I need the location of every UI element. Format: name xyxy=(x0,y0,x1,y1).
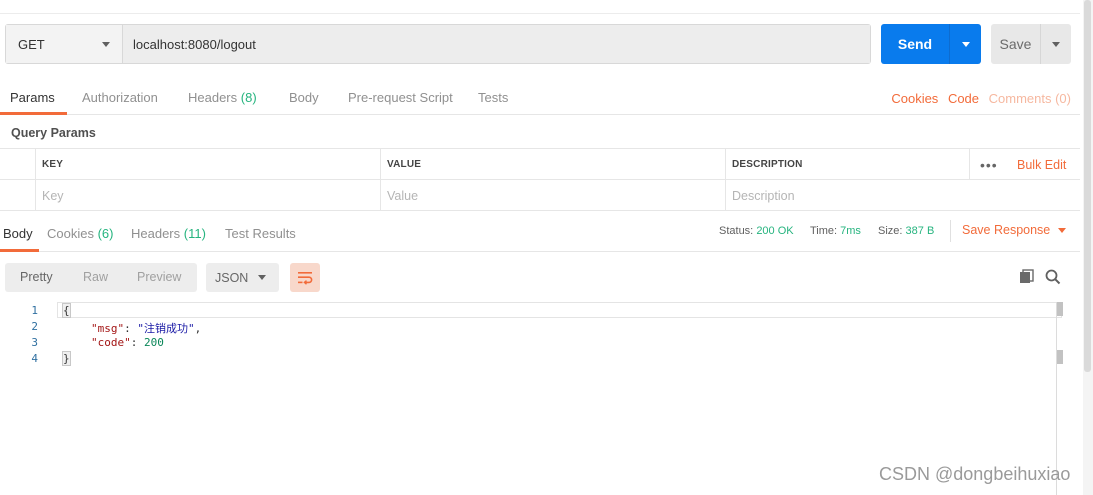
description-input[interactable]: Description xyxy=(725,180,1080,211)
params-header-row: KEY VALUE DESCRIPTION ••• Bulk Edit xyxy=(0,149,1080,180)
line-number: 2 xyxy=(31,320,38,333)
method-label: GET xyxy=(18,36,45,52)
chevron-down-icon xyxy=(258,275,266,280)
bulk-edit-link[interactable]: Bulk Edit xyxy=(1017,158,1066,172)
tab-authorization[interactable]: Authorization xyxy=(82,90,158,105)
tab-headers[interactable]: Headers (8) xyxy=(188,90,257,105)
send-button-group: Send xyxy=(881,24,981,64)
chevron-down-icon xyxy=(961,41,970,47)
wrap-lines-button[interactable] xyxy=(290,263,320,292)
key-input[interactable]: Key xyxy=(35,180,382,211)
json-key-code: "code" xyxy=(91,336,131,349)
window-scrollbar-thumb[interactable] xyxy=(1084,0,1091,372)
view-mode-group: Pretty Raw Preview xyxy=(5,263,197,292)
save-response-label: Save Response xyxy=(962,223,1051,237)
response-tab-cookies-count: (6) xyxy=(97,226,114,241)
save-button[interactable]: Save xyxy=(991,24,1040,64)
size-indicator: Size: 387 B xyxy=(878,225,934,237)
column-header-key: KEY xyxy=(35,149,382,179)
response-tab-headers-label: Headers xyxy=(131,226,181,241)
editor-scroll-marker xyxy=(1057,302,1063,316)
wrap-lines-icon xyxy=(298,271,313,285)
value-input[interactable]: Value xyxy=(380,180,726,211)
send-button[interactable]: Send xyxy=(881,24,949,64)
tab-pre-request-script[interactable]: Pre-request Script xyxy=(348,90,453,105)
size-label: Size: xyxy=(878,225,903,237)
view-pretty-button[interactable]: Pretty xyxy=(20,270,53,284)
response-tab-headers[interactable]: Headers (11) xyxy=(131,226,206,241)
search-icon[interactable] xyxy=(1045,269,1061,285)
query-params-title: Query Params xyxy=(11,126,96,140)
editor-scroll-marker xyxy=(1057,350,1063,364)
top-header-strip xyxy=(0,0,1080,14)
chevron-down-icon xyxy=(102,41,110,47)
active-tab-indicator xyxy=(0,112,67,115)
line-number: 4 xyxy=(31,352,38,365)
tab-params[interactable]: Params xyxy=(10,90,55,105)
view-preview-button[interactable]: Preview xyxy=(137,270,181,284)
request-links: Cookies Code Comments (0) xyxy=(885,91,1071,106)
line-number: 3 xyxy=(31,336,38,349)
status-indicator: Status: 200 OK xyxy=(719,225,794,237)
save-response-button[interactable]: Save Response xyxy=(962,223,1067,237)
watermark: CSDN @dongbeihuxiao xyxy=(879,464,1071,484)
tab-headers-label: Headers xyxy=(188,90,238,105)
save-options-button[interactable] xyxy=(1040,24,1071,64)
save-button-group: Save xyxy=(991,24,1071,64)
status-value: 200 OK xyxy=(756,225,794,237)
column-header-description: DESCRIPTION xyxy=(725,149,969,179)
copy-icon[interactable] xyxy=(1019,269,1035,285)
json-value-msg: "注销成功" xyxy=(137,322,195,335)
view-raw-button[interactable]: Raw xyxy=(83,270,108,284)
params-input-row: Key Value Description xyxy=(0,180,1080,211)
json-key-msg: "msg" xyxy=(91,322,125,335)
divider xyxy=(950,220,951,242)
url-input[interactable]: localhost:8080/logout xyxy=(123,25,870,63)
code-line-3: "code": 200 xyxy=(91,336,164,349)
status-label: Status: xyxy=(719,225,754,237)
request-bar: GET localhost:8080/logout xyxy=(5,24,871,64)
tab-body[interactable]: Body xyxy=(289,90,319,105)
close-brace: } xyxy=(62,351,71,366)
response-tab-test-results[interactable]: Test Results xyxy=(225,226,296,241)
format-label: JSON xyxy=(215,270,249,285)
response-tab-headers-count: (11) xyxy=(183,226,206,241)
response-tab-cookies[interactable]: Cookies (6) xyxy=(47,226,113,241)
chevron-down-icon xyxy=(1052,41,1060,47)
cookies-link[interactable]: Cookies xyxy=(891,91,938,106)
size-value: 387 B xyxy=(905,225,935,237)
code-line-4: } xyxy=(62,351,71,366)
tab-headers-count: (8) xyxy=(240,90,257,105)
time-label: Time: xyxy=(810,225,838,237)
time-value: 7ms xyxy=(840,225,861,237)
code-line-1: { xyxy=(62,303,71,318)
json-value-code: 200 xyxy=(144,336,164,349)
column-header-value: VALUE xyxy=(380,149,726,179)
request-tabs: Params Authorization Headers (8) Body Pr… xyxy=(0,80,1080,115)
send-options-button[interactable] xyxy=(949,24,981,64)
active-line-highlight xyxy=(57,302,1062,318)
active-response-tab-indicator xyxy=(0,249,39,252)
method-select[interactable]: GET xyxy=(6,25,123,63)
tab-tests[interactable]: Tests xyxy=(478,90,508,105)
response-tab-body[interactable]: Body xyxy=(3,226,33,241)
time-indicator: Time: 7ms xyxy=(810,225,861,237)
code-line-2: "msg": "注销成功", xyxy=(91,322,202,335)
response-tab-cookies-label: Cookies xyxy=(47,226,94,241)
line-number: 1 xyxy=(31,304,38,317)
code-link[interactable]: Code xyxy=(948,91,979,106)
comments-link[interactable]: Comments (0) xyxy=(989,91,1071,106)
chevron-down-icon xyxy=(1058,227,1067,233)
params-table: KEY VALUE DESCRIPTION ••• Bulk Edit Key … xyxy=(0,148,1080,211)
format-select[interactable]: JSON xyxy=(206,263,279,292)
response-tabs: Body Cookies (6) Headers (11) Test Resul… xyxy=(0,212,1080,252)
open-brace: { xyxy=(62,303,71,318)
more-options-icon[interactable]: ••• xyxy=(980,157,998,173)
